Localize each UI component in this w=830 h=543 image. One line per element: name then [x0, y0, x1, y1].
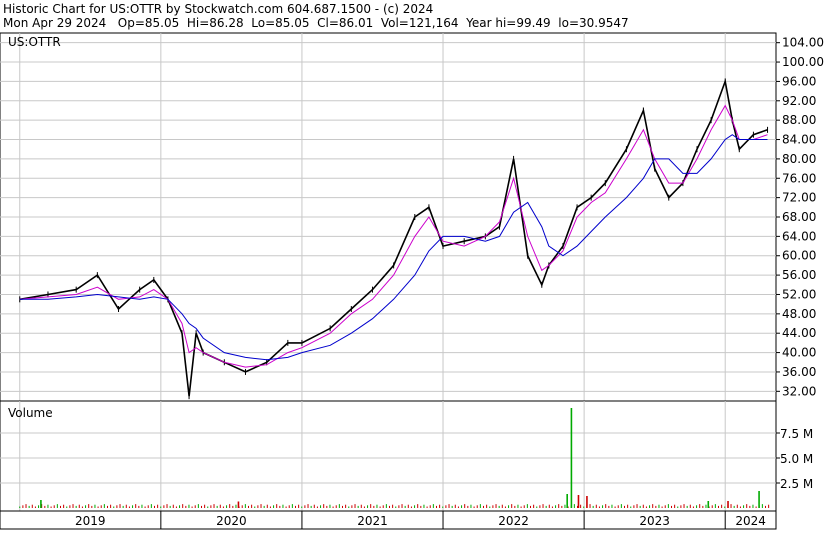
price-y-tick-label: 56.00 — [782, 268, 816, 282]
x-tick-label: 2023 — [639, 514, 670, 528]
x-tick-label: 2021 — [357, 514, 388, 528]
price-y-tick-label: 88.00 — [782, 113, 816, 127]
volume-y-axis: 7.5 M 5.0 M 2.5 M — [776, 427, 813, 491]
price-y-tick-label: 72.00 — [782, 191, 816, 205]
price-volume-chart: 104.00 100.00 96.00 92.00 88.00 84.00 80.00 76.… — [0, 32, 824, 530]
price-y-tick-label: 76.00 — [782, 171, 816, 185]
volume-y-tick-label: 7.5 M — [780, 427, 813, 441]
price-y-tick-label: 92.00 — [782, 94, 816, 108]
price-y-tick-label: 96.00 — [782, 74, 816, 88]
price-y-tick-label: 60.00 — [782, 249, 816, 263]
x-tick-label: 2024 — [735, 514, 766, 528]
x-tick-label: 2022 — [498, 514, 529, 528]
price-y-tick-label: 80.00 — [782, 152, 816, 166]
price-y-tick-label: 52.00 — [782, 287, 816, 301]
x-tick-label: 2019 — [75, 514, 106, 528]
x-tick-label: 2020 — [216, 514, 247, 528]
price-y-tick-label: 32.00 — [782, 384, 816, 398]
volume-y-tick-label: 2.5 M — [780, 477, 813, 491]
price-y-tick-label: 64.00 — [782, 229, 816, 243]
volume-panel — [0, 400, 777, 512]
price-y-tick-label: 68.00 — [782, 210, 816, 224]
price-y-tick-label: 104.00 — [782, 36, 824, 50]
price-panel-title: US:OTTR — [8, 35, 61, 49]
price-y-tick-label: 40.00 — [782, 346, 816, 360]
price-y-tick-label: 100.00 — [782, 55, 824, 69]
volume-y-tick-label: 5.0 M — [780, 452, 813, 466]
price-y-tick-label: 44.00 — [782, 326, 816, 340]
volume-panel-title: Volume — [8, 406, 53, 420]
price-y-axis: 104.00 100.00 96.00 92.00 88.00 84.00 80.00 76.… — [776, 36, 824, 398]
price-y-tick-label: 48.00 — [782, 307, 816, 321]
price-y-tick-label: 84.00 — [782, 133, 816, 147]
price-y-tick-label: 36.00 — [782, 365, 816, 379]
